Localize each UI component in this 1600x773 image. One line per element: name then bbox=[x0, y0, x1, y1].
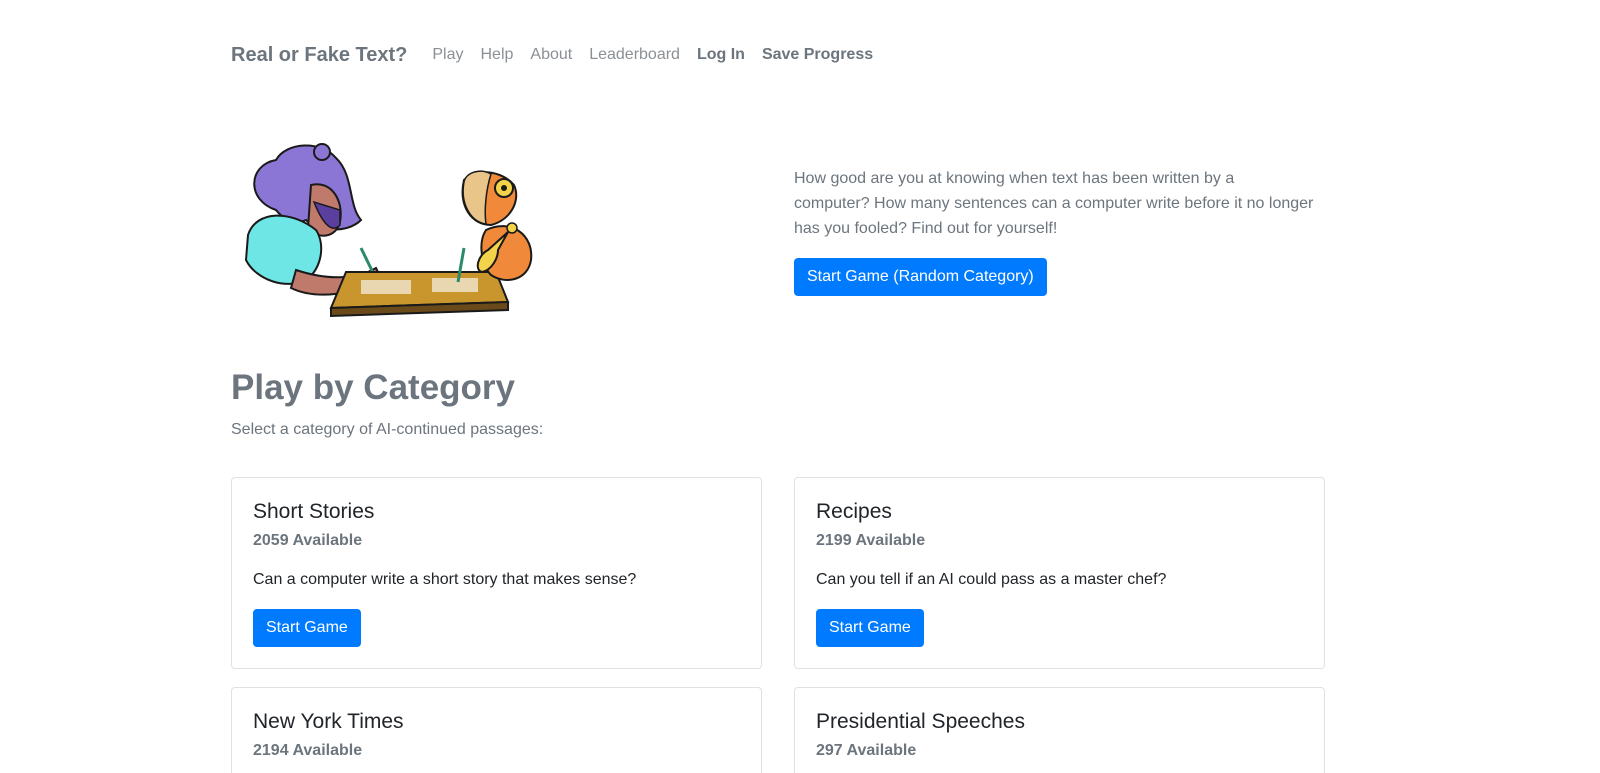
card-count: 2194 Available bbox=[253, 742, 363, 759]
card-description: Can you tell if an AI could pass as a ma… bbox=[816, 571, 1167, 588]
category-card-short-stories: Short Stories 2059 Available Can a compu… bbox=[231, 477, 762, 669]
hero-illustration bbox=[244, 143, 533, 318]
nav-help-link[interactable]: Help bbox=[480, 46, 513, 64]
card-title: Presidential Speeches bbox=[816, 710, 1025, 733]
category-card-new-york-times: New York Times 2194 Available bbox=[231, 687, 762, 773]
navbar: Real or Fake Text? Play Help About Leade… bbox=[231, 38, 890, 72]
category-card-recipes: Recipes 2199 Available Can you tell if a… bbox=[794, 477, 1325, 669]
save-progress-link[interactable]: Save Progress bbox=[762, 46, 873, 64]
card-count: 2059 Available bbox=[253, 532, 363, 549]
nav-play-link[interactable]: Play bbox=[432, 46, 463, 64]
section-title: Play by Category bbox=[231, 368, 515, 407]
category-card-presidential-speeches: Presidential Speeches 297 Available bbox=[794, 687, 1325, 773]
hero-description: How good are you at knowing when text ha… bbox=[794, 170, 1314, 237]
start-game-button[interactable]: Start Game bbox=[253, 609, 361, 647]
card-count: 2199 Available bbox=[816, 532, 926, 549]
start-random-game-button[interactable]: Start Game (Random Category) bbox=[794, 258, 1047, 296]
card-title: Short Stories bbox=[253, 500, 375, 523]
card-count: 297 Available bbox=[816, 742, 917, 759]
login-link[interactable]: Log In bbox=[697, 46, 745, 64]
nav-about-link[interactable]: About bbox=[530, 46, 572, 64]
card-title: New York Times bbox=[253, 710, 404, 733]
brand-link[interactable]: Real or Fake Text? bbox=[231, 44, 407, 67]
start-game-button[interactable]: Start Game bbox=[816, 609, 924, 647]
card-description: Can a computer write a short story that … bbox=[253, 571, 637, 588]
card-title: Recipes bbox=[816, 500, 892, 523]
section-subtitle: Select a category of AI-continued passag… bbox=[231, 421, 544, 438]
nav-leaderboard-link[interactable]: Leaderboard bbox=[589, 46, 680, 64]
